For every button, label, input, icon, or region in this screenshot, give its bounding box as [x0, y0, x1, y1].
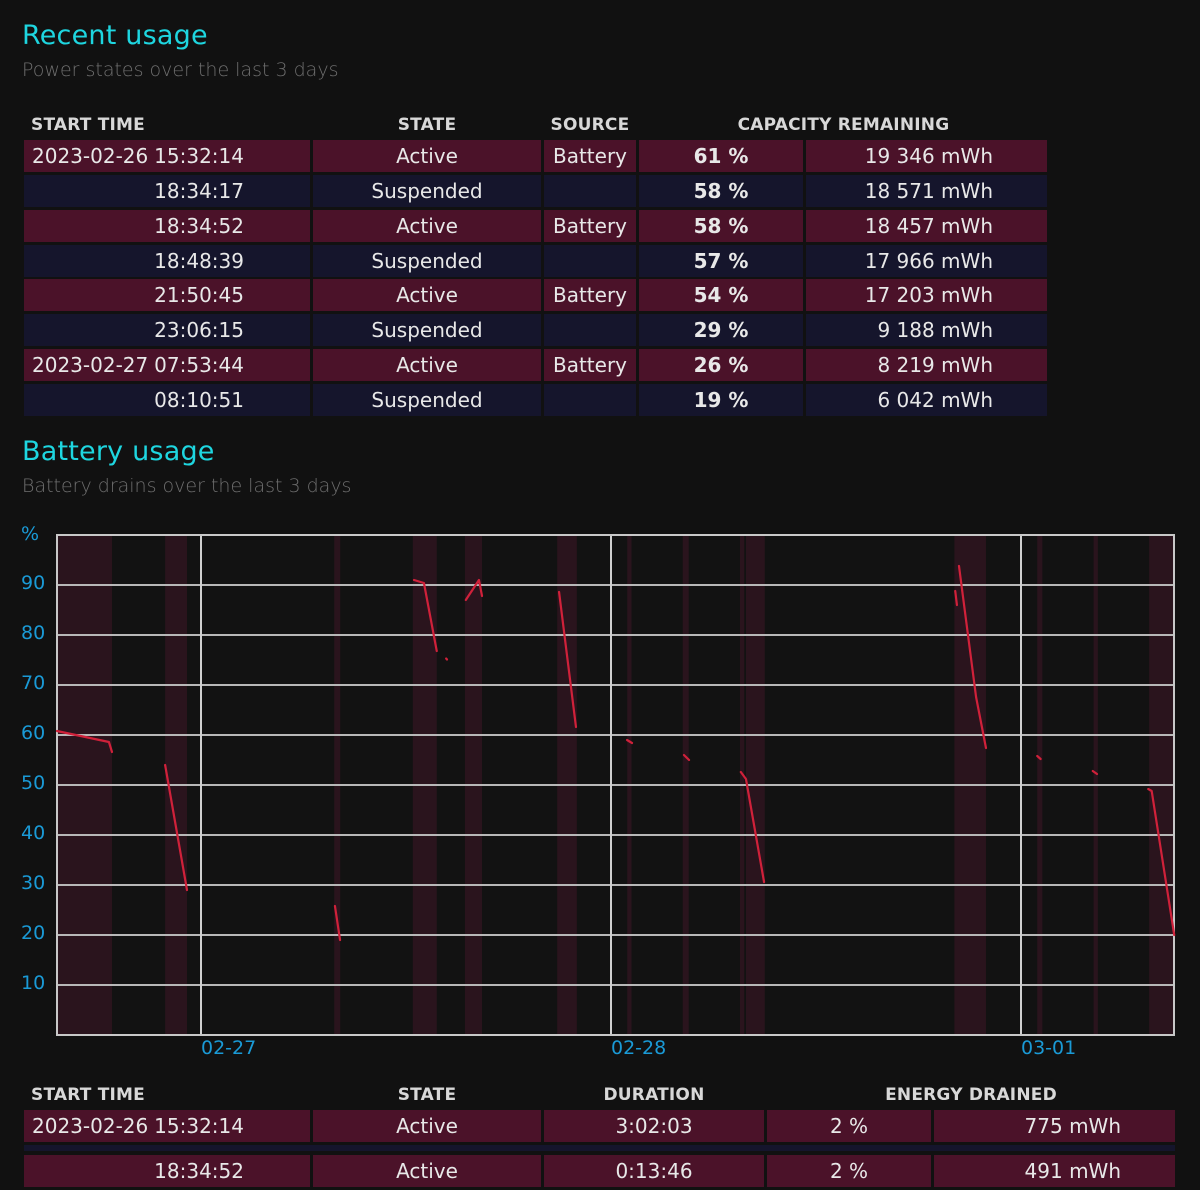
table-row: 2023-02-27 07:53:44 Active Battery 26 % 8 219…: [24, 349, 1048, 381]
start-time: 07:53:44: [154, 353, 244, 377]
energy-mwh-cell: 491 mWh: [934, 1155, 1175, 1187]
source-cell: Battery: [544, 140, 636, 172]
start-time-cell: 18:48:39: [24, 245, 310, 277]
battery-header-state: STATE: [397, 1085, 457, 1105]
header-capacity: CAPACITY REMAINING: [737, 115, 950, 135]
state-cell: Suspended: [313, 384, 541, 416]
start-time-cell: 18:34:52: [24, 1155, 310, 1187]
state-cell: Active: [313, 140, 541, 172]
header-state: STATE: [397, 115, 457, 135]
table-row: 18:34:52 Active Battery 58 % 18 457 mWh: [24, 210, 1048, 242]
source-cell: [544, 314, 636, 346]
start-time: 21:50:45: [154, 283, 244, 307]
capacity-percent-cell: 58 %: [639, 210, 803, 242]
start-time-cell: 2023-02-26 15:32:14: [24, 1110, 310, 1142]
capacity-mwh-cell: 6 042 mWh: [806, 384, 1047, 416]
state-cell: Active: [313, 1155, 541, 1187]
battery-header-energy: ENERGY DRAINED: [885, 1085, 1057, 1105]
start-date: 2023-02-26: [32, 144, 149, 168]
state-cell: Suspended: [313, 314, 541, 346]
duration-cell: 0:13:46: [544, 1155, 764, 1187]
start-time-cell: 08:10:51: [24, 384, 310, 416]
energy-percent-cell: 2 %: [767, 1110, 931, 1142]
capacity-percent-cell: 58 %: [639, 175, 803, 207]
start-time: 18:34:17: [154, 179, 244, 203]
start-time: 15:32:14: [154, 1114, 244, 1138]
table-row: 08:10:51 Suspended 19 % 6 042 mWh: [24, 384, 1048, 416]
capacity-mwh-cell: 9 188 mWh: [806, 314, 1047, 346]
capacity-percent-cell: 61 %: [639, 140, 803, 172]
start-time: 18:34:52: [154, 214, 244, 238]
start-time: 08:10:51: [154, 388, 244, 412]
capacity-mwh-cell: 17 966 mWh: [806, 245, 1047, 277]
table-row: 18:34:17 Suspended 58 % 18 571 mWh: [24, 175, 1048, 207]
start-time: 23:06:15: [154, 318, 244, 342]
battery-header-duration: DURATION: [603, 1085, 705, 1105]
capacity-percent-cell: 26 %: [639, 349, 803, 381]
state-cell: Active: [313, 279, 541, 311]
capacity-mwh-cell: 18 457 mWh: [806, 210, 1047, 242]
source-cell: [544, 175, 636, 207]
battery-chart: [55, 534, 1176, 1036]
table-row: 23:06:15 Suspended 29 % 9 188 mWh: [24, 314, 1048, 346]
state-cell: Suspended: [313, 245, 541, 277]
battery-usage-title: Battery usage: [22, 436, 215, 467]
battery-usage-subtitle: Battery drains over the last 3 days: [22, 475, 352, 497]
start-date: 2023-02-27: [32, 353, 149, 377]
start-time-cell: 2023-02-27 07:53:44: [24, 349, 310, 381]
state-cell: Active: [313, 349, 541, 381]
battery-drain-line: [445, 657, 449, 661]
state-cell: Active: [313, 210, 541, 242]
start-time-cell: 21:50:45: [24, 279, 310, 311]
header-source: SOURCE: [550, 115, 630, 135]
recent-usage-title: Recent usage: [22, 20, 208, 51]
source-cell: [544, 384, 636, 416]
source-cell: Battery: [544, 279, 636, 311]
source-cell: Battery: [544, 210, 636, 242]
header-start-time: START TIME: [31, 115, 145, 135]
capacity-percent-cell: 54 %: [639, 279, 803, 311]
energy-mwh-cell: 775 mWh: [934, 1110, 1175, 1142]
battery-header-start-time: START TIME: [31, 1085, 145, 1105]
start-time: 18:34:52: [154, 1159, 244, 1183]
duration-cell: 3:02:03: [544, 1110, 764, 1142]
start-date: 2023-02-26: [32, 1114, 149, 1138]
table-row: 2023-02-26 15:32:14 Active Battery 61 % 19 34…: [24, 140, 1048, 172]
capacity-percent-cell: 19 %: [639, 384, 803, 416]
state-cell: Suspended: [313, 175, 541, 207]
start-time-cell: 2023-02-26 15:32:14: [24, 140, 310, 172]
capacity-percent-cell: 57 %: [639, 245, 803, 277]
source-cell: Battery: [544, 349, 636, 381]
table-row: 18:34:52 Active 0:13:46 2 % 491 mWh: [24, 1155, 1175, 1187]
capacity-mwh-cell: 17 203 mWh: [806, 279, 1047, 311]
table-row: 18:48:39 Suspended 57 % 17 966 mWh: [24, 245, 1048, 277]
source-cell: [544, 245, 636, 277]
start-time: 15:32:14: [154, 144, 244, 168]
state-cell: Active: [313, 1110, 541, 1142]
row-separator: [24, 1145, 1175, 1151]
capacity-percent-cell: 29 %: [639, 314, 803, 346]
start-time-cell: 23:06:15: [24, 314, 310, 346]
capacity-mwh-cell: 19 346 mWh: [806, 140, 1047, 172]
table-row: 21:50:45 Active Battery 54 % 17 203 mWh: [24, 279, 1048, 311]
start-time: 18:48:39: [154, 249, 244, 273]
recent-usage-subtitle: Power states over the last 3 days: [22, 59, 339, 81]
capacity-mwh-cell: 8 219 mWh: [806, 349, 1047, 381]
capacity-mwh-cell: 18 571 mWh: [806, 175, 1047, 207]
start-time-cell: 18:34:17: [24, 175, 310, 207]
start-time-cell: 18:34:52: [24, 210, 310, 242]
table-row: 2023-02-26 15:32:14 Active 3:02:03 2 % 775 mW…: [24, 1110, 1175, 1142]
energy-percent-cell: 2 %: [767, 1155, 931, 1187]
